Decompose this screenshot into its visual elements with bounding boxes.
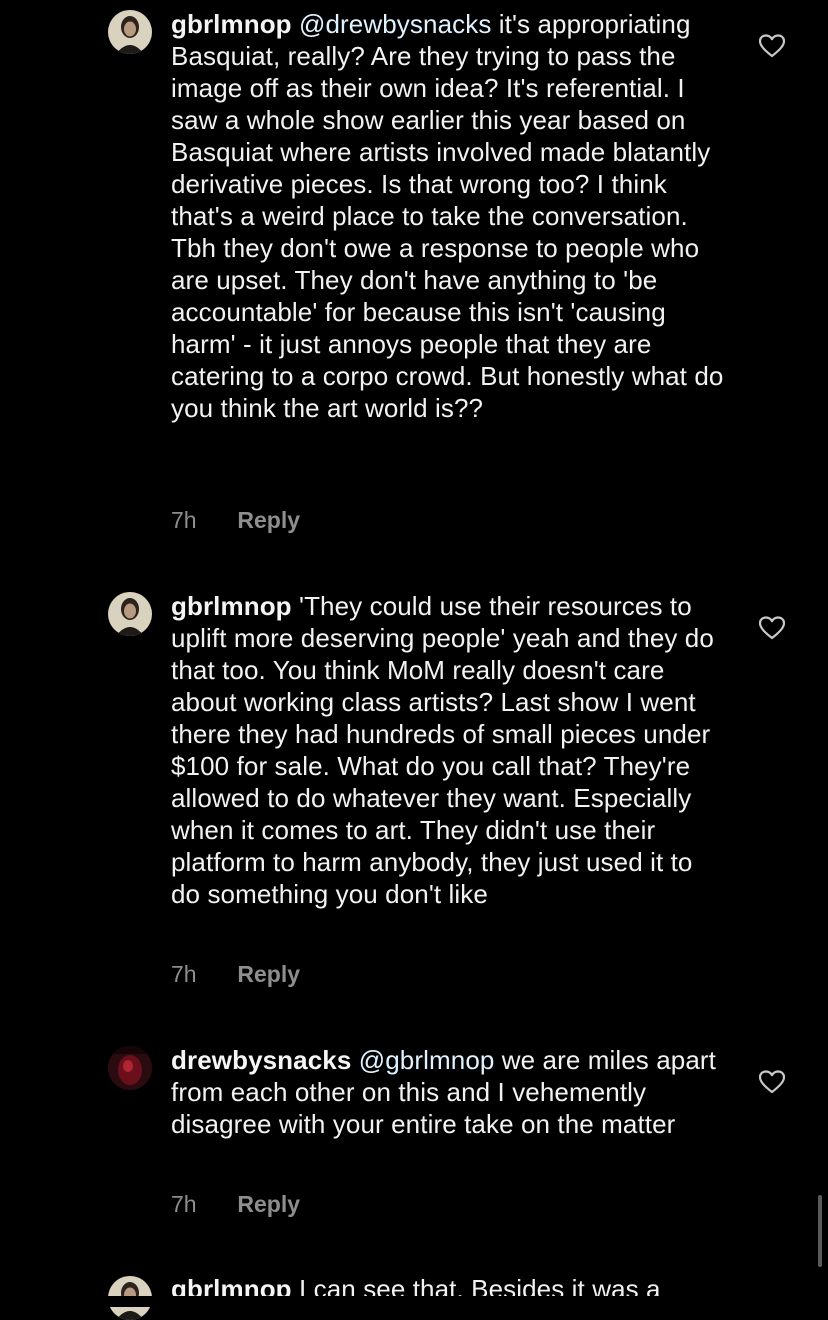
comment-meta: 7h Reply [171,960,300,988]
comment-text: gbrlmnop @drewbysnacks it's appropriatin… [171,8,726,424]
heart-icon[interactable] [758,34,786,58]
comment-timestamp: 7h [171,507,197,533]
heart-icon[interactable] [758,616,786,640]
comment-timestamp: 7h [171,961,197,987]
comment-meta: 7h Reply [171,1190,300,1218]
comment-body: 'They could use their resources to uplif… [171,591,714,909]
comment-username[interactable]: drewbysnacks [171,1045,351,1075]
avatar[interactable] [108,592,152,636]
comment-body: it's appropriating Basquiat, really? Are… [171,9,724,423]
comment-meta: 7h Reply [171,506,300,534]
bottom-edge [0,1296,828,1307]
mention-link[interactable]: @gbrlmnop [359,1045,495,1075]
comment-timestamp: 7h [171,1191,197,1217]
reply-button[interactable]: Reply [237,961,300,987]
reply-button[interactable]: Reply [237,1191,300,1217]
comment-text: gbrlmnop 'They could use their resources… [171,590,726,910]
comment-text: drewbysnacks @gbrlmnop we are miles apar… [171,1044,726,1140]
comment-username[interactable]: gbrlmnop [171,9,292,39]
scrollbar[interactable] [818,1195,822,1267]
heart-icon[interactable] [758,1070,786,1094]
reply-button[interactable]: Reply [237,507,300,533]
comment-username[interactable]: gbrlmnop [171,591,292,621]
mention-link[interactable]: @drewbysnacks [299,9,491,39]
avatar[interactable] [108,1046,152,1090]
avatar[interactable] [108,10,152,54]
